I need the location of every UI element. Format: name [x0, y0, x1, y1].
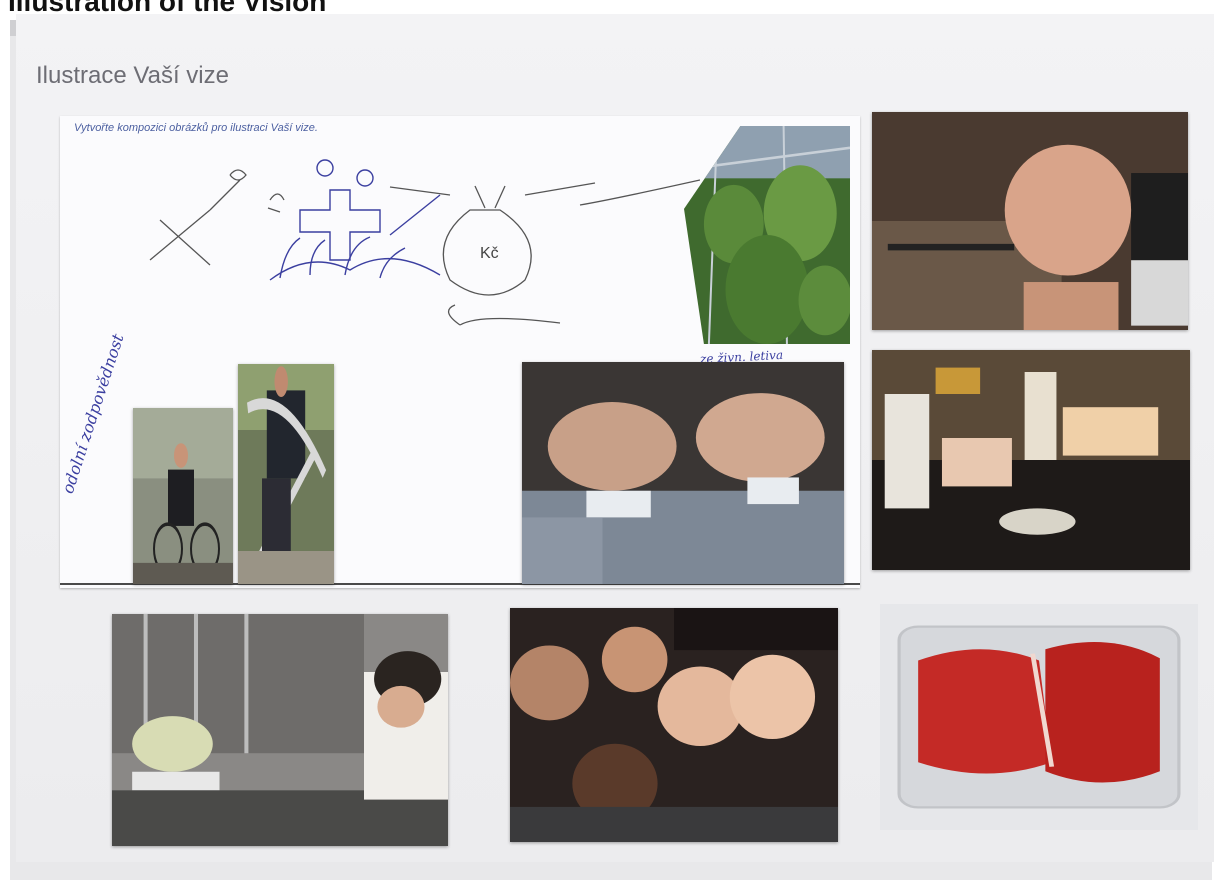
instruction-text: Vytvořte kompozici obrázků pro ilustraci… — [74, 122, 318, 134]
poster-title: Ilustrace Vaší vize — [36, 62, 229, 89]
cyclist-photo — [133, 408, 233, 584]
robot-head-photo — [872, 112, 1188, 330]
friends-group-photo — [510, 608, 838, 842]
raw-meat-package-photo — [880, 604, 1198, 830]
currency-label: Kč — [480, 245, 499, 262]
exercise-machine-photo — [238, 364, 334, 584]
surgery-photo — [522, 362, 844, 584]
laboratory-photo — [112, 614, 448, 846]
hand-sketch: Kč — [149, 159, 700, 326]
fridge-food-photo — [872, 350, 1190, 570]
